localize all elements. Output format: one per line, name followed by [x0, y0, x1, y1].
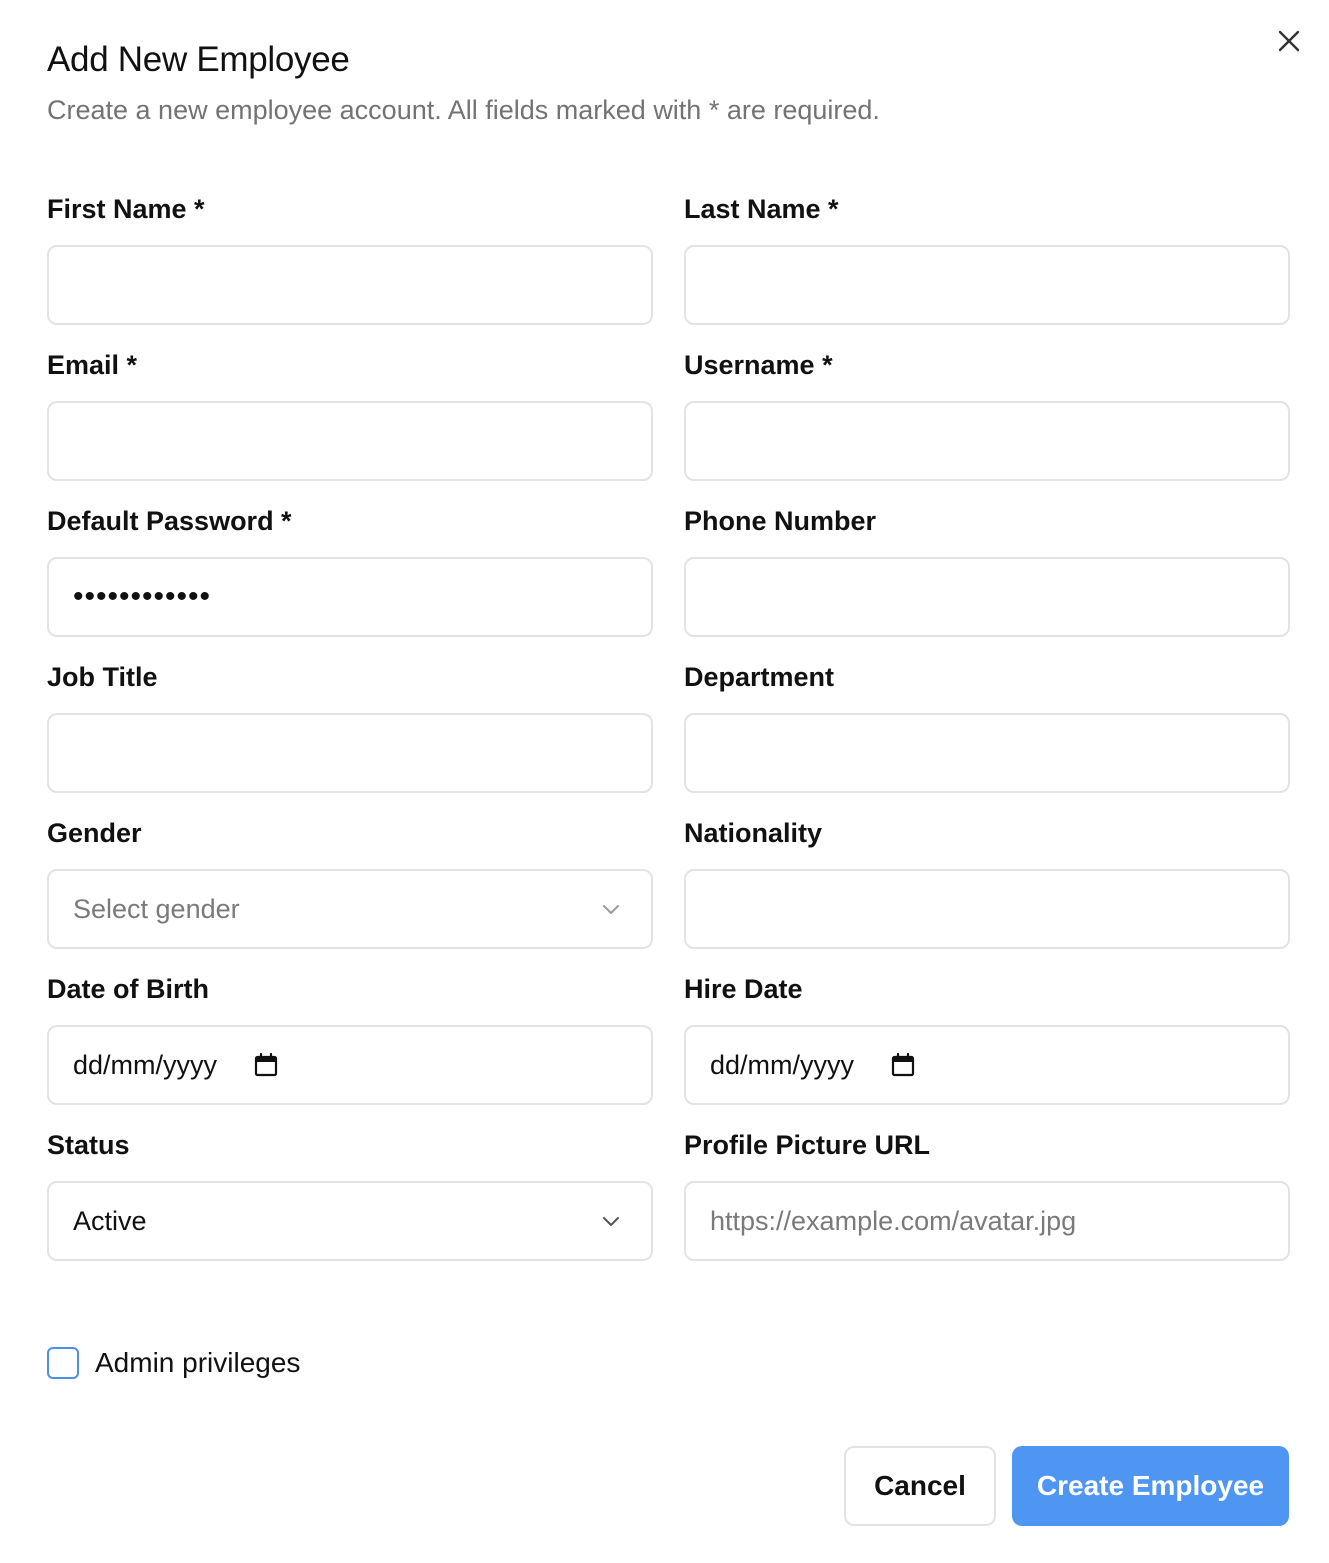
admin-privileges-checkbox[interactable]: [47, 1347, 79, 1379]
chevron-down-icon: [603, 1217, 619, 1226]
gender-field: Gender Select gender: [47, 813, 653, 949]
job-title-label: Job Title: [47, 662, 158, 692]
nationality-input[interactable]: [684, 869, 1290, 949]
email-label: Email *: [47, 350, 138, 380]
first-name-field: First Name *: [47, 189, 653, 325]
date-of-birth-placeholder: dd/mm/yyyy: [73, 1049, 218, 1080]
phone-number-input[interactable]: [684, 557, 1290, 637]
username-input[interactable]: [684, 401, 1290, 481]
username-field: Username *: [684, 345, 1290, 481]
gender-label: Gender: [47, 818, 142, 848]
admin-privileges-row[interactable]: Admin privileges: [47, 1347, 300, 1379]
hire-date-label: Hire Date: [684, 974, 803, 1004]
default-password-label: Default Password *: [47, 506, 292, 536]
nationality-field: Nationality: [684, 813, 1290, 949]
nationality-label: Nationality: [684, 818, 823, 848]
profile-picture-url-field: Profile Picture URL https://example.com/…: [684, 1125, 1290, 1261]
profile-picture-url-label: Profile Picture URL: [684, 1130, 931, 1160]
hire-date-input[interactable]: dd/mm/yyyy: [684, 1025, 1290, 1105]
date-of-birth-label: Date of Birth: [47, 974, 209, 1004]
calendar-icon[interactable]: [253, 1052, 279, 1078]
last-name-field: Last Name *: [684, 189, 1290, 325]
phone-number-field: Phone Number: [684, 501, 1290, 637]
chevron-down-icon: [603, 905, 619, 914]
calendar-icon[interactable]: [890, 1052, 916, 1078]
email-field: Email *: [47, 345, 653, 481]
hire-date-placeholder: dd/mm/yyyy: [710, 1049, 855, 1080]
username-label: Username *: [684, 350, 833, 380]
job-title-field: Job Title: [47, 657, 653, 793]
gender-placeholder: Select gender: [73, 893, 240, 924]
hire-date-field: Hire Date dd/mm/yyyy: [684, 969, 1290, 1105]
department-input[interactable]: [684, 713, 1290, 793]
department-label: Department: [684, 662, 835, 692]
add-employee-dialog: Add New Employee Create a new employee a…: [0, 0, 1329, 1563]
cancel-button[interactable]: Cancel: [844, 1446, 996, 1526]
dialog-subtitle: Create a new employee account. All field…: [47, 95, 880, 125]
date-of-birth-field: Date of Birth dd/mm/yyyy: [47, 969, 653, 1105]
admin-privileges-label[interactable]: Admin privileges: [95, 1347, 300, 1379]
department-field: Department: [684, 657, 1290, 793]
profile-picture-url-input[interactable]: https://example.com/avatar.jpg: [684, 1181, 1290, 1261]
first-name-input[interactable]: [47, 245, 653, 325]
create-employee-button[interactable]: Create Employee: [1012, 1446, 1289, 1526]
close-button[interactable]: [1272, 24, 1306, 58]
default-password-input[interactable]: ••••••••••••: [47, 557, 653, 637]
email-input[interactable]: [47, 401, 653, 481]
password-masked-value: ••••••••••••: [73, 580, 212, 613]
dialog-title: Add New Employee: [47, 40, 350, 79]
last-name-label: Last Name *: [684, 194, 839, 224]
default-password-field: Default Password * ••••••••••••: [47, 501, 653, 637]
status-field: Status Active: [47, 1125, 653, 1261]
status-label: Status: [47, 1130, 130, 1160]
status-select[interactable]: Active: [47, 1181, 653, 1261]
phone-number-label: Phone Number: [684, 506, 877, 536]
status-value: Active: [73, 1205, 147, 1236]
close-icon: [1278, 30, 1300, 52]
last-name-input[interactable]: [684, 245, 1290, 325]
gender-select[interactable]: Select gender: [47, 869, 653, 949]
job-title-input[interactable]: [47, 713, 653, 793]
profile-picture-url-placeholder: https://example.com/avatar.jpg: [710, 1205, 1077, 1236]
first-name-label: First Name *: [47, 194, 205, 224]
date-of-birth-input[interactable]: dd/mm/yyyy: [47, 1025, 653, 1105]
